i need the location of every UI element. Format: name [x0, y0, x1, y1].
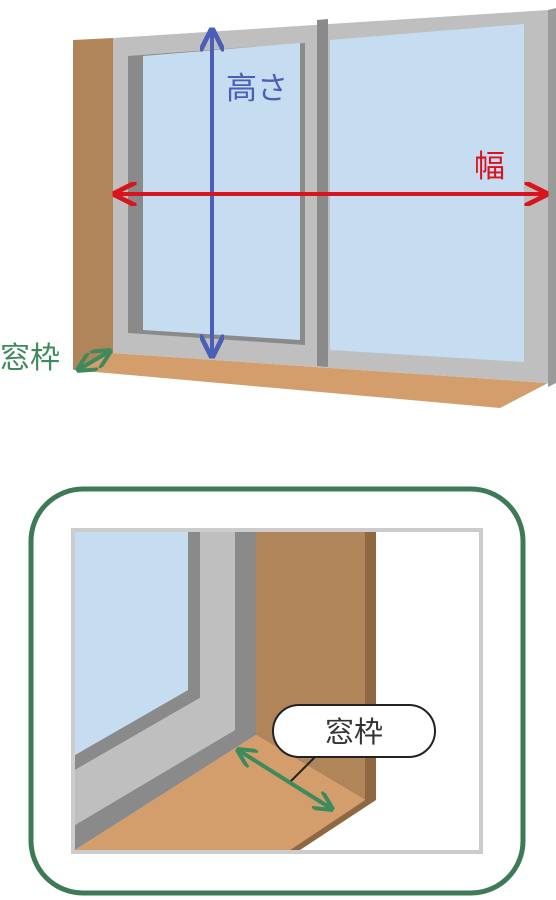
frame-callout-label: 窓枠 [325, 715, 383, 749]
frame-label: 窓枠 [0, 341, 60, 376]
width-label: 幅 [474, 149, 505, 185]
window-illustration: 高さ 幅 窓枠 [0, 8, 556, 408]
window-frame-edge [548, 8, 556, 387]
frame-closeup-panel: 窓枠 [28, 486, 526, 896]
height-label: 高さ [226, 71, 288, 107]
window-measurement-diagram: 高さ 幅 窓枠 窓枠 [0, 8, 556, 896]
window-frame-wood-side [73, 38, 113, 370]
closeup-wood-edge [365, 532, 376, 800]
center-mullion-light [305, 41, 317, 365]
